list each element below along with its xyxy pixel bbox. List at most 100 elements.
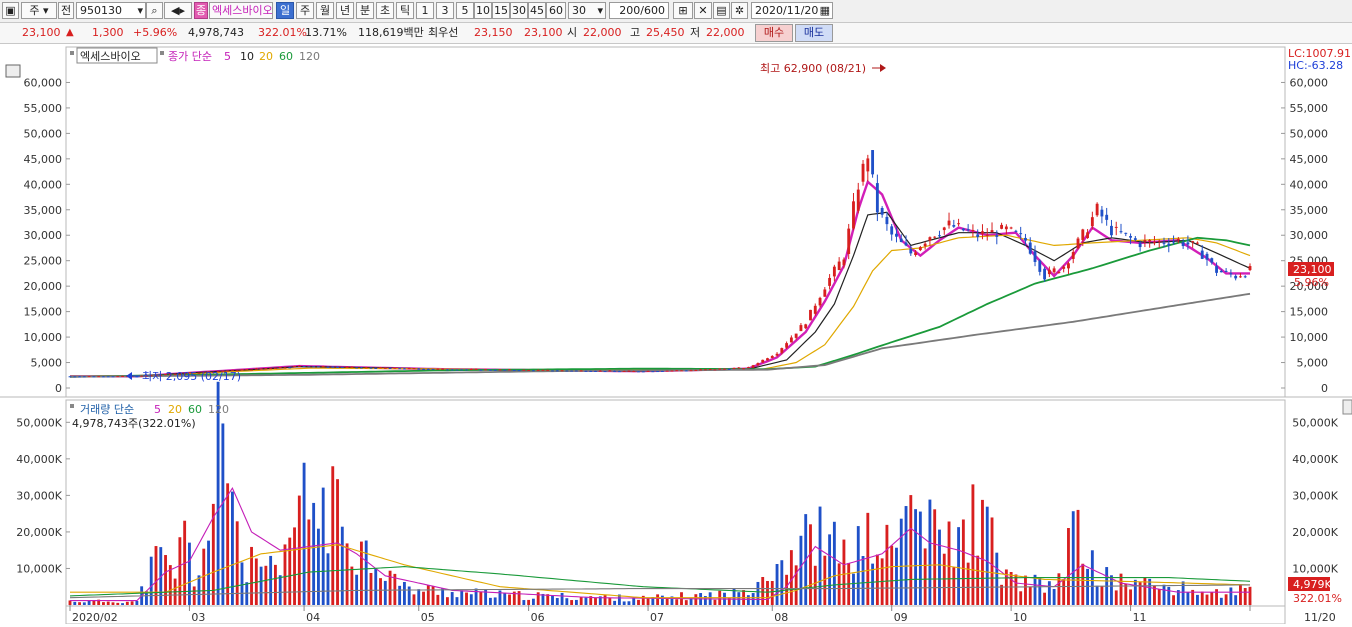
legend-marker xyxy=(70,51,74,55)
volume-bar xyxy=(895,547,898,605)
period-type-select[interactable]: 주 ▾ xyxy=(21,2,57,19)
candle-body xyxy=(871,150,875,175)
chart-tool-icon[interactable]: ⊞ xyxy=(673,2,693,19)
stock-code-value: 950130 xyxy=(80,4,122,17)
volume-bar xyxy=(555,598,559,605)
volume-bar xyxy=(474,588,478,605)
candle-body xyxy=(584,370,588,372)
buy-button[interactable]: 매수 xyxy=(755,24,793,42)
stock-code-input[interactable]: 950130 ▾ xyxy=(76,2,146,19)
volume-bar xyxy=(125,601,129,605)
price-legend-prefix: 종가 단순 xyxy=(168,50,212,63)
volume-bar xyxy=(933,509,937,605)
price-tick-label-left: 5,000 xyxy=(31,357,63,370)
candle-body xyxy=(307,366,311,368)
bar-count-field[interactable]: 200/600 xyxy=(609,2,669,19)
candle-body xyxy=(1009,227,1013,229)
candle-body xyxy=(1196,242,1199,244)
save-icon[interactable]: ▤ xyxy=(713,2,730,19)
timeframe-month[interactable]: 월 xyxy=(316,2,334,19)
volume-bar xyxy=(1052,588,1056,605)
volume-bar xyxy=(861,556,865,605)
candle-body xyxy=(1153,241,1156,243)
candle-body xyxy=(503,369,507,371)
volume-bar xyxy=(469,594,473,605)
interval-60[interactable]: 60 xyxy=(546,2,566,19)
candle-body xyxy=(78,376,81,378)
grid-toggle-icon[interactable] xyxy=(5,64,21,78)
date-field[interactable]: 2020/11/20 ▦ xyxy=(751,2,833,19)
search-icon[interactable]: ⌕ xyxy=(146,2,163,19)
prev-button[interactable]: 전 xyxy=(58,2,74,19)
stock-name-field[interactable]: 엑세스바이오 xyxy=(209,2,273,19)
volume-bar xyxy=(417,589,421,605)
low-label: 저 xyxy=(690,26,701,39)
chart-area[interactable]: 0 0 5,000 5,000 10,000 10,000 15,000 15,000 20,0… xyxy=(0,45,1352,625)
volume-bar xyxy=(1124,583,1128,605)
candle-body xyxy=(914,252,918,256)
draw-tool-icon[interactable]: ✕ xyxy=(694,2,712,19)
chevron-down-icon: ▾ xyxy=(137,4,143,17)
timeframe-week[interactable]: 주 xyxy=(296,2,314,19)
volume-bar xyxy=(316,528,320,605)
gear-icon[interactable]: ✲ xyxy=(731,2,748,19)
candle-body xyxy=(508,369,511,371)
sell-button[interactable]: 매도 xyxy=(795,24,833,42)
volume-bar xyxy=(336,479,339,605)
interval-10[interactable]: 10 xyxy=(474,2,492,19)
volume-bar xyxy=(264,565,268,605)
timeframe-second[interactable]: 초 xyxy=(376,2,394,19)
candle-body xyxy=(522,369,526,371)
candle-body xyxy=(732,368,736,370)
candle-body xyxy=(1105,214,1109,220)
candle-body xyxy=(493,369,497,371)
x-axis-frame xyxy=(65,605,1286,625)
candle-body xyxy=(460,369,464,371)
volume-bar xyxy=(622,601,626,605)
timeframe-year[interactable]: 년 xyxy=(336,2,354,19)
timeframe-day[interactable]: 일 xyxy=(276,2,294,19)
low-price: 22,000 xyxy=(706,26,745,39)
interval-15[interactable]: 15 xyxy=(492,2,510,19)
volume-bar xyxy=(111,602,115,605)
candle-body xyxy=(1047,269,1051,275)
volume-bar xyxy=(799,535,803,605)
candle-body xyxy=(813,305,817,314)
volume-bar xyxy=(1100,586,1104,605)
timeframe-tick[interactable]: 틱 xyxy=(396,2,414,19)
window-icon[interactable]: ▣ xyxy=(2,2,19,19)
candle-body xyxy=(823,289,827,297)
interval-3[interactable]: 3 xyxy=(436,2,454,19)
interval-45[interactable]: 45 xyxy=(528,2,546,19)
volume-bar xyxy=(899,518,903,605)
price-tick-label-left: 15,000 xyxy=(24,306,63,319)
volume-bar xyxy=(135,600,139,605)
volume-bar xyxy=(527,599,531,605)
volume-bar xyxy=(909,495,913,605)
volume-bar xyxy=(842,539,846,605)
stock-chart[interactable]: 0 0 5,000 5,000 10,000 10,000 15,000 15,000 20,0… xyxy=(0,45,1352,625)
volume-bar xyxy=(961,519,965,605)
interval-30[interactable]: 30 xyxy=(510,2,528,19)
volume-bar xyxy=(775,564,779,605)
price-tick-label-left: 55,000 xyxy=(24,102,63,115)
last-volume-pct: 322.01% xyxy=(1293,592,1342,605)
candle-body xyxy=(918,247,922,251)
sound-icon[interactable]: ◀▸ xyxy=(164,2,192,19)
volume-bar xyxy=(1038,577,1042,605)
volume-bar xyxy=(369,572,373,605)
volume-bar xyxy=(1081,563,1085,605)
interval-1[interactable]: 1 xyxy=(416,2,434,19)
volume-bar xyxy=(938,529,941,605)
panel-close-icon[interactable] xyxy=(1342,399,1352,415)
interval-select[interactable]: 30 ▾ xyxy=(568,2,606,19)
calendar-icon: ▦ xyxy=(819,4,830,17)
volume-bar xyxy=(1047,581,1051,605)
period-type-label: 주 xyxy=(29,4,40,17)
stock-type-badge: 종 xyxy=(194,2,208,19)
timeframe-minute[interactable]: 분 xyxy=(356,2,374,19)
volume-bar xyxy=(1014,574,1018,605)
interval-5[interactable]: 5 xyxy=(456,2,474,19)
volume-bar xyxy=(431,586,435,605)
candle-body xyxy=(111,376,115,378)
